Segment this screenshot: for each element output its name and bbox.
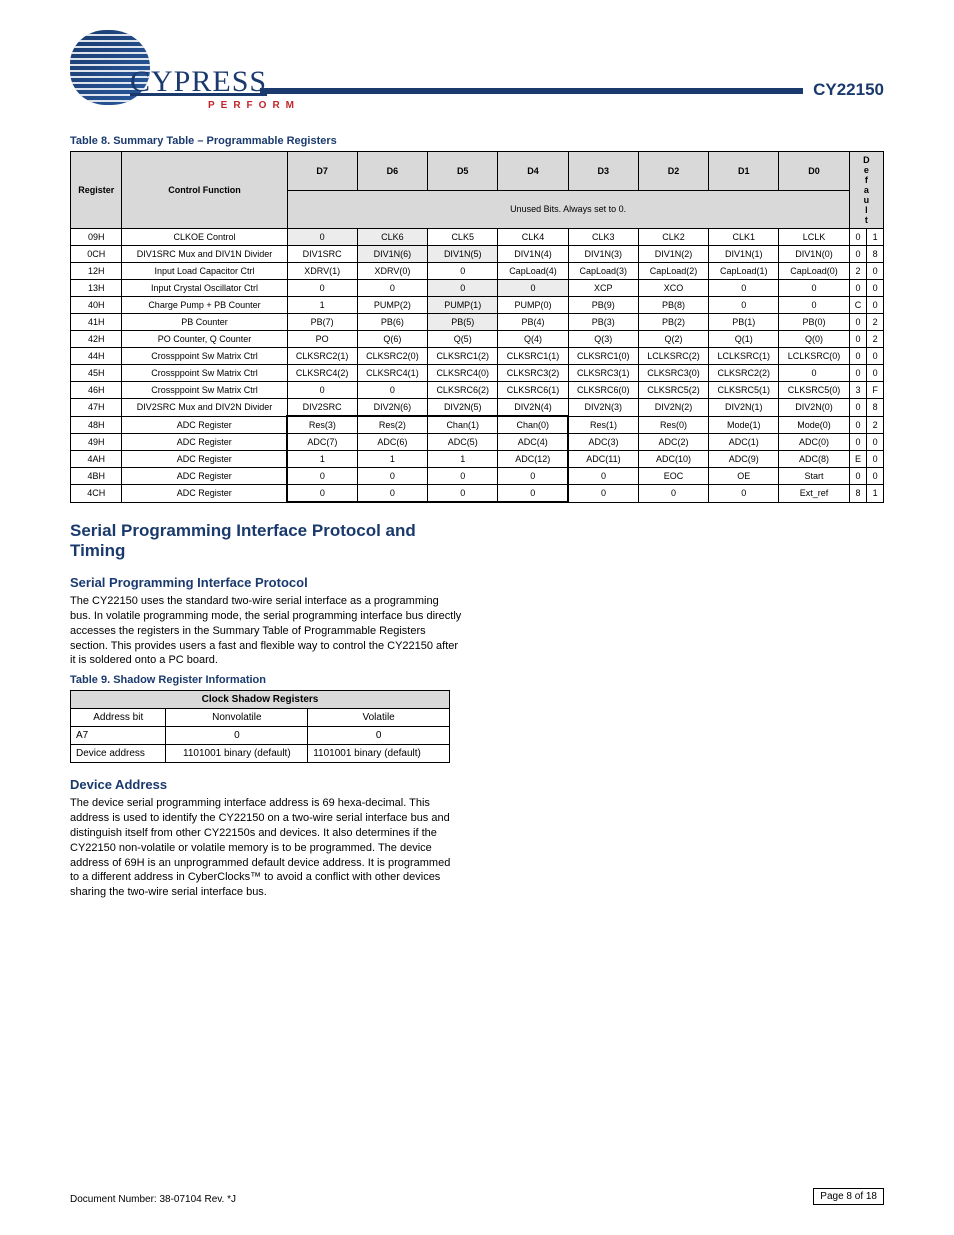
- table-row: 44HCrossppoint Sw Matrix CtrlCLKSRC2(1)C…: [71, 348, 884, 365]
- table-row: Address bit Nonvolatile Volatile: [71, 709, 450, 727]
- logo-subtext: PERFORM: [208, 100, 300, 111]
- table-row: A7 0 0: [71, 727, 450, 745]
- shadow-register-table: Clock Shadow Registers Address bit Nonvo…: [70, 690, 450, 763]
- product-name: CY22150: [813, 80, 884, 100]
- col-register: Register: [71, 152, 122, 229]
- register-map-table: Register Control Function D7 D6 D5 D4 D3…: [70, 151, 884, 503]
- subsection-device-address: Device Address: [70, 777, 462, 792]
- table-row: 42HPO Counter, Q CounterPOQ(6)Q(5)Q(4)Q(…: [71, 331, 884, 348]
- col-d2: D2: [638, 152, 708, 191]
- table-row: 13HInput Crystal Oscillator Ctrl0000XCPX…: [71, 280, 884, 297]
- page-header: CYPRESS PERFORM CY22150: [70, 30, 884, 125]
- col-d7: D7: [287, 152, 357, 191]
- col-d0: D0: [779, 152, 849, 191]
- col-d3: D3: [568, 152, 638, 191]
- col-d1: D1: [709, 152, 779, 191]
- table-row: Device address 1101001 binary (default) …: [71, 745, 450, 763]
- table-row: 4CHADC Register0000000Ext_ref81: [71, 485, 884, 503]
- page-footer: Document Number: 38-07104 Rev. *J Page 8…: [70, 1188, 884, 1205]
- table-row: 12HInput Load Capacitor CtrlXDRV(1)XDRV(…: [71, 263, 884, 280]
- col-d4: D4: [498, 152, 568, 191]
- logo-text: CYPRESS: [130, 65, 267, 99]
- cypress-logo: CYPRESS PERFORM: [70, 30, 250, 125]
- table-header-row: Register Control Function D7 D6 D5 D4 D3…: [71, 152, 884, 191]
- col-d6: D6: [357, 152, 427, 191]
- table-row: 48HADC RegisterRes(3)Res(2)Chan(1)Chan(0…: [71, 416, 884, 434]
- table-row: 49HADC RegisterADC(7)ADC(6)ADC(5)ADC(4)A…: [71, 434, 884, 451]
- table8-caption: Table 8. Summary Table – Programmable Re…: [70, 135, 884, 147]
- table9-caption: Table 9. Shadow Register Information: [70, 674, 462, 686]
- table-row: 0CHDIV1SRC Mux and DIV1N DividerDIV1SRCD…: [71, 246, 884, 263]
- table-row: 46HCrossppoint Sw Matrix Ctrl00CLKSRC6(2…: [71, 382, 884, 399]
- table-row: 45HCrossppoint Sw Matrix CtrlCLKSRC4(2)C…: [71, 365, 884, 382]
- unused-bits-note: Unused Bits. Always set to 0.: [287, 190, 849, 229]
- protocol-paragraph: The CY22150 uses the standard two-wire s…: [70, 594, 462, 668]
- col-control: Control Function: [122, 152, 287, 229]
- table-row: 40HCharge Pump + PB Counter1PUMP(2)PUMP(…: [71, 297, 884, 314]
- footer-docnum: Document Number: 38-07104 Rev. *J: [70, 1194, 236, 1205]
- device-address-paragraph: The device serial programming interface …: [70, 796, 462, 900]
- col-d5: D5: [428, 152, 498, 191]
- table-row: 4AHADC Register111ADC(12)ADC(11)ADC(10)A…: [71, 451, 884, 468]
- section-serial-programming: Serial Programming Interface Protocol an…: [70, 521, 462, 561]
- table-row: 41HPB CounterPB(7)PB(6)PB(5)PB(4)PB(3)PB…: [71, 314, 884, 331]
- table-row: 09HCLKOE Control0CLK6CLK5CLK4CLK3CLK2CLK…: [71, 229, 884, 246]
- table9-header: Clock Shadow Registers: [71, 691, 450, 709]
- footer-page: Page 8 of 18: [813, 1188, 884, 1205]
- table-row: 4BHADC Register00000EOCOEStart00: [71, 468, 884, 485]
- subsection-protocol: Serial Programming Interface Protocol: [70, 575, 462, 590]
- header-rule: [260, 88, 803, 94]
- table-row: 47HDIV2SRC Mux and DIV2N DividerDIV2SRCD…: [71, 399, 884, 417]
- col-default: Default: [849, 152, 883, 229]
